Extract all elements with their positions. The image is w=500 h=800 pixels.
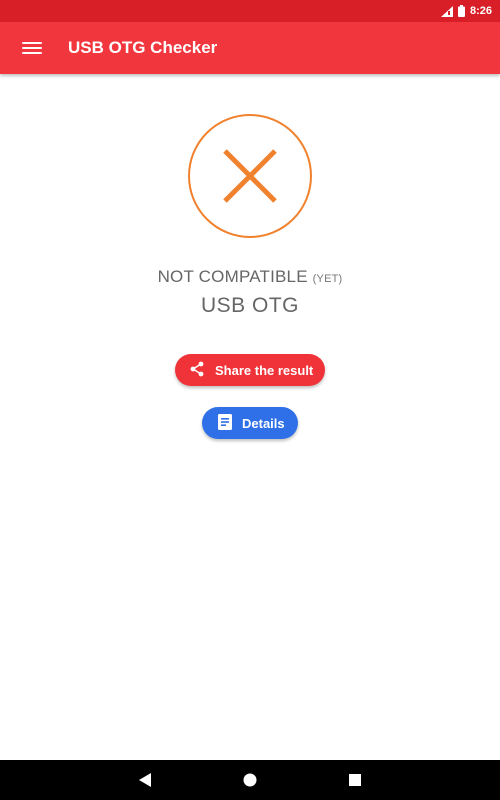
details-button[interactable]: Details bbox=[202, 407, 298, 439]
screen: 8:26 USB OTG Checker NOT COMPATIBLE (YET… bbox=[0, 0, 500, 800]
document-icon bbox=[218, 413, 232, 433]
status-suffix: (YET) bbox=[312, 273, 343, 285]
subject-label: USB OTG bbox=[200, 294, 299, 317]
app-bar: USB OTG Checker bbox=[0, 22, 500, 74]
status-bar: 8:26 bbox=[0, 0, 500, 22]
share-icon bbox=[189, 361, 205, 380]
home-icon[interactable] bbox=[238, 768, 262, 792]
signal-icon bbox=[440, 5, 453, 17]
menu-icon[interactable] bbox=[22, 40, 42, 56]
recents-icon[interactable] bbox=[343, 768, 367, 792]
compatibility-status: NOT COMPATIBLE (YET) bbox=[0, 267, 500, 287]
navigation-bar bbox=[0, 760, 500, 800]
status-time: 8:26 bbox=[469, 5, 492, 17]
status-text: NOT COMPATIBLE bbox=[157, 267, 308, 286]
share-button-label: Share the result bbox=[215, 362, 314, 378]
share-button[interactable]: Share the result bbox=[175, 354, 325, 386]
back-icon[interactable] bbox=[133, 768, 157, 792]
details-button-label: Details bbox=[242, 415, 285, 431]
battery-icon bbox=[457, 5, 465, 17]
cross-icon bbox=[187, 113, 313, 239]
app-title: USB OTG Checker bbox=[68, 38, 218, 57]
